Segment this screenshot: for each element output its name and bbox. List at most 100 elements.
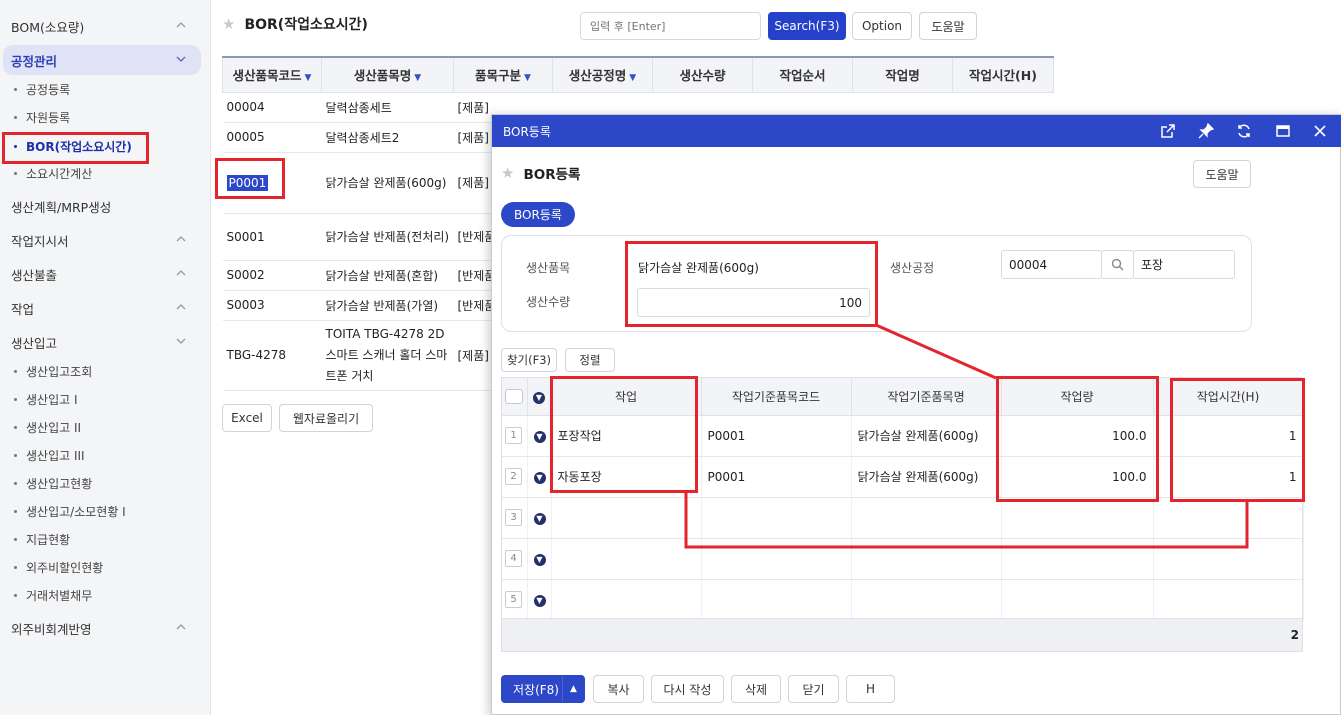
cell-name[interactable] xyxy=(851,497,1002,539)
cell-hours[interactable]: 1 xyxy=(1153,415,1304,457)
process-code-input[interactable]: 00004 xyxy=(1001,250,1102,279)
sidebar-group-bom[interactable]: BOM(소요량) xyxy=(0,11,211,41)
sidebar-item-bor[interactable]: BOR(작업소요시간) xyxy=(14,133,132,159)
copy-button[interactable]: 복사 xyxy=(593,675,644,703)
select-all-checkbox[interactable] xyxy=(505,388,524,404)
cell-name[interactable]: TOITA TBG-4278 2D 스마트 스캐너 홀더 스마트폰 거치 xyxy=(321,320,454,391)
sidebar-item-receipt-3[interactable]: 생산입고 III xyxy=(14,442,85,468)
arrow-down-circle-icon[interactable]: ▼ xyxy=(533,513,546,525)
row-action-cell[interactable]: ▼ xyxy=(527,415,552,457)
h-button[interactable]: H xyxy=(846,675,895,703)
sidebar-group-work[interactable]: 작업 xyxy=(0,293,211,323)
cell-name[interactable]: 닭가슴살 반제품(전처리) xyxy=(321,213,454,261)
sidebar-group-outsourcing[interactable]: 외주비회계반영 xyxy=(0,613,211,643)
close-button[interactable]: 닫기 xyxy=(788,675,839,703)
option-button[interactable]: Option xyxy=(852,12,912,40)
cell-amount[interactable] xyxy=(1001,579,1154,621)
table-row[interactable]: 5 ▼ xyxy=(502,579,1304,621)
cell-hours[interactable]: 1 xyxy=(1153,456,1304,498)
cell-name[interactable]: 달력삼종세트2 xyxy=(321,122,454,153)
find-button[interactable]: 찾기(F3) xyxy=(501,348,557,372)
select-all-header[interactable] xyxy=(502,378,528,416)
cell-amount[interactable]: 100.0 xyxy=(1001,415,1154,457)
sidebar-group-work-order[interactable]: 작업지시서 xyxy=(0,225,211,255)
table-row[interactable]: 3 ▼ xyxy=(502,497,1304,539)
cell-task[interactable] xyxy=(551,497,702,539)
qty-input[interactable]: 100 xyxy=(637,288,870,317)
row-action-cell[interactable]: ▼ xyxy=(527,497,552,539)
column-header[interactable]: 작업량 xyxy=(1001,378,1154,416)
table-row[interactable]: 4 ▼ xyxy=(502,538,1304,580)
cell-amount[interactable] xyxy=(1001,497,1154,539)
column-header[interactable]: 생산공정명 ▼ xyxy=(552,56,653,93)
sidebar-group-receipt[interactable]: 생산입고 xyxy=(0,327,211,357)
selected-code[interactable]: P0001 xyxy=(226,174,269,191)
column-header[interactable]: 작업 xyxy=(551,378,702,416)
column-header[interactable]: 생산수량 xyxy=(652,56,753,93)
cell-code[interactable]: P0001 xyxy=(701,456,852,498)
tab-bor-register[interactable]: BOR등록 xyxy=(501,202,575,227)
sidebar-group-plan[interactable]: 생산계획/MRP생성 xyxy=(0,191,211,221)
column-header[interactable]: 작업기준품목코드 xyxy=(701,378,852,416)
cell-code[interactable]: TBG-4278 xyxy=(222,320,322,391)
table-row[interactable]: 1 ▼ 포장작업 P0001 닭가슴살 완제품(600g) 100.0 1 xyxy=(502,415,1304,457)
pin-icon[interactable] xyxy=(1198,123,1214,139)
web-upload-button[interactable]: 웹자료올리기 xyxy=(279,404,373,432)
row-action-cell[interactable]: ▼ xyxy=(527,456,552,498)
cell-code[interactable]: S0002 xyxy=(222,260,322,291)
cell-task[interactable]: 포장작업 xyxy=(551,415,702,457)
cell-code[interactable]: S0003 xyxy=(222,290,322,321)
sidebar-item-receipt-4[interactable]: 생산입고현황 xyxy=(14,470,92,496)
cell-name[interactable]: 닭가슴살 완제품(600g) xyxy=(321,152,454,214)
cell-name[interactable]: 닭가슴살 반제품(혼합) xyxy=(321,260,454,291)
table-row[interactable]: 2 ▼ 자동포장 P0001 닭가슴살 완제품(600g) 100.0 1 xyxy=(502,456,1304,498)
sidebar-item-receipt-2[interactable]: 생산입고 II xyxy=(14,414,81,440)
maximize-icon[interactable] xyxy=(1275,123,1291,139)
save-button[interactable]: 저장(F8) ▲ xyxy=(501,675,585,703)
help-button[interactable]: 도움말 xyxy=(919,12,977,40)
cell-hours[interactable] xyxy=(1153,538,1304,580)
sidebar-item-receipt-0[interactable]: 생산입고조회 xyxy=(14,358,92,384)
cell-code[interactable] xyxy=(701,538,852,580)
cell-code[interactable] xyxy=(701,579,852,621)
cell-code[interactable]: P0001 xyxy=(701,415,852,457)
excel-button[interactable]: Excel xyxy=(222,404,272,432)
row-action-cell[interactable]: ▼ xyxy=(527,579,552,621)
external-link-icon[interactable] xyxy=(1160,123,1176,139)
arrow-down-circle-icon[interactable]: ▼ xyxy=(533,554,546,566)
cell-code[interactable]: S0001 xyxy=(222,213,322,261)
sidebar-item-resource-register[interactable]: 자원등록 xyxy=(14,104,70,130)
search-icon[interactable] xyxy=(1101,250,1134,279)
cell-name[interactable]: 닭가슴살 완제품(600g) xyxy=(851,456,1002,498)
arrow-down-circle-icon[interactable]: ▼ xyxy=(533,472,546,484)
star-icon[interactable]: ★ xyxy=(501,164,514,182)
search-button[interactable]: Search(F3) xyxy=(768,12,846,40)
cell-code[interactable]: P0001 xyxy=(222,152,322,214)
sidebar-item-process-register[interactable]: 공정등록 xyxy=(14,76,70,102)
cell-name[interactable]: 닭가슴살 반제품(가열) xyxy=(321,290,454,321)
column-header[interactable]: 품목구분 ▼ xyxy=(453,56,553,93)
cell-task[interactable]: 자동포장 xyxy=(551,456,702,498)
process-name-input[interactable]: 포장 xyxy=(1133,250,1235,279)
sidebar-item-receipt-6[interactable]: 지급현황 xyxy=(14,526,70,552)
column-header[interactable]: 작업기준품목명 xyxy=(851,378,1002,416)
sidebar-group-process[interactable]: 공정관리 xyxy=(3,45,201,75)
cell-task[interactable] xyxy=(551,538,702,580)
rewrite-button[interactable]: 다시 작성 xyxy=(651,675,724,703)
expand-header[interactable]: ▼ xyxy=(527,378,552,416)
cell-code[interactable]: 00005 xyxy=(222,122,322,153)
cell-name[interactable] xyxy=(851,579,1002,621)
column-header[interactable]: 작업시간(H) xyxy=(952,56,1054,93)
sidebar-item-receipt-5[interactable]: 생산입고/소모현황 I xyxy=(14,498,126,524)
arrow-down-circle-icon[interactable]: ▼ xyxy=(533,391,545,404)
cell-task[interactable] xyxy=(551,579,702,621)
cell-name[interactable]: 달력삼종세트 xyxy=(321,92,454,123)
cell-hours[interactable] xyxy=(1153,497,1304,539)
search-input[interactable] xyxy=(580,12,761,40)
cell-code[interactable] xyxy=(701,497,852,539)
arrow-down-circle-icon[interactable]: ▼ xyxy=(533,431,546,443)
sidebar-group-issue[interactable]: 생산불출 xyxy=(0,259,211,289)
modal-help-button[interactable]: 도움말 xyxy=(1193,160,1251,188)
close-icon[interactable] xyxy=(1312,123,1328,139)
arrow-down-circle-icon[interactable]: ▼ xyxy=(533,595,546,607)
